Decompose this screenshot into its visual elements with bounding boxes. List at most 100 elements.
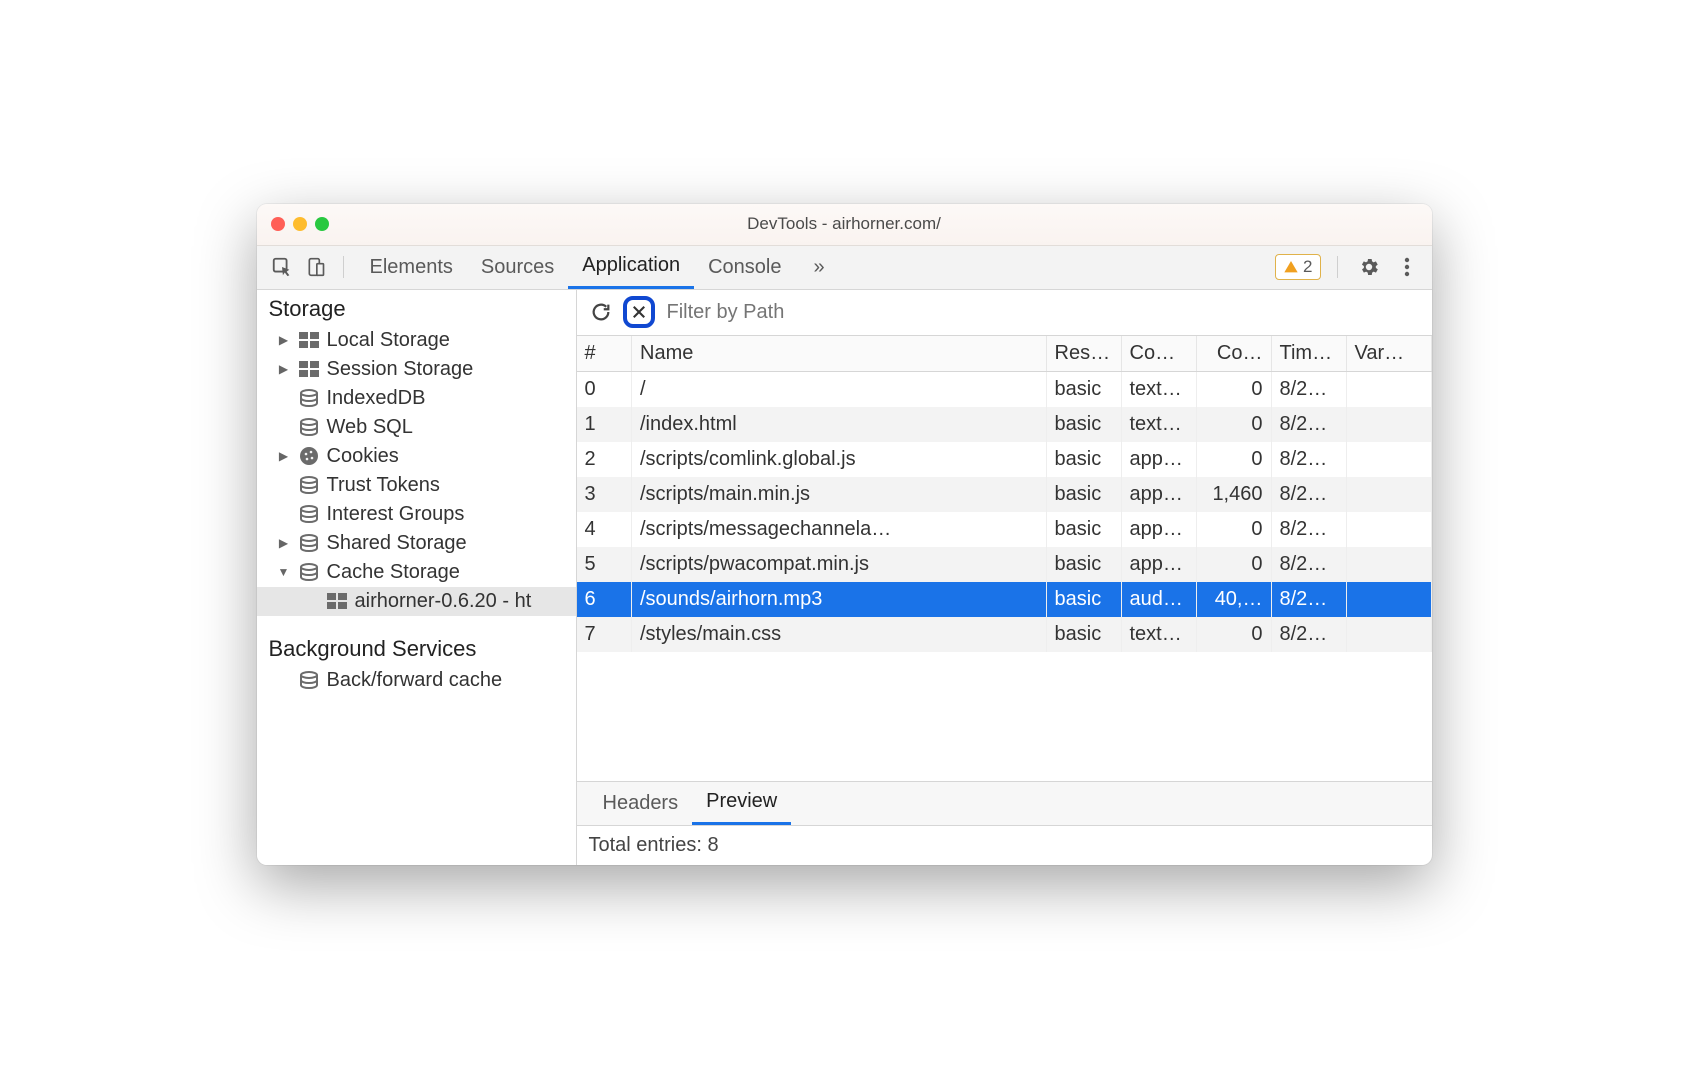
column-header[interactable]: Co… [1121,336,1196,372]
expand-caret-icon[interactable]: ▶ [277,536,291,550]
preview-tab[interactable]: Preview [692,781,791,825]
sidebar-item-label: Web SQL [327,416,413,439]
cell-co2: 0 [1196,512,1271,547]
sidebar-item-label: Session Storage [327,358,474,381]
inspect-element-icon[interactable] [267,252,297,282]
table-row[interactable]: 6/sounds/airhorn.mp3basicaud…40,…8/2… [577,582,1432,617]
cell-name: /index.html [632,407,1047,442]
cell-co2: 40,… [1196,582,1271,617]
cell-idx: 3 [577,477,632,512]
device-toolbar-icon[interactable] [301,252,331,282]
sidebar-item-trust-tokens[interactable]: Trust Tokens [257,471,576,500]
cell-co2: 0 [1196,371,1271,407]
headers-tab[interactable]: Headers [589,781,693,825]
cell-res: basic [1046,582,1121,617]
table-row[interactable]: 7/styles/main.cssbasictext…08/2… [577,617,1432,652]
cell-idx: 2 [577,442,632,477]
panel-tab-elements[interactable]: Elements [356,245,467,289]
panel-tab-console[interactable]: Console [694,245,795,289]
sidebar-item-airhorner-0-6-20-ht[interactable]: airhorner-0.6.20 - ht [257,587,576,616]
refresh-icon[interactable] [585,296,617,328]
cookie-icon [299,446,319,466]
cell-res: basic [1046,442,1121,477]
zoom-window-button[interactable] [315,217,329,231]
table-row[interactable]: 3/scripts/main.min.jsbasicapp…1,4608/2… [577,477,1432,512]
table-row[interactable]: 2/scripts/comlink.global.jsbasicapp…08/2… [577,442,1432,477]
column-header[interactable]: Tim… [1271,336,1346,372]
sidebar-item-cookies[interactable]: ▶ Cookies [257,442,576,471]
sidebar-item-session-storage[interactable]: ▶ Session Storage [257,355,576,384]
sidebar-item-cache-storage[interactable]: ▼Cache Storage [257,558,576,587]
column-header[interactable]: Var… [1346,336,1431,372]
expand-caret-icon[interactable]: ▶ [277,362,291,376]
cell-name: /sounds/airhorn.mp3 [632,582,1047,617]
sidebar-item-label: Local Storage [327,329,450,352]
grid-icon [299,332,319,348]
kebab-menu-icon[interactable] [1392,252,1422,282]
filter-toolbar [577,290,1432,336]
cell-co1: text… [1121,371,1196,407]
table-row[interactable]: 5/scripts/pwacompat.min.jsbasicapp…08/2… [577,547,1432,582]
cell-co1: app… [1121,442,1196,477]
cell-name: /scripts/messagechannela… [632,512,1047,547]
sidebar-item-web-sql[interactable]: Web SQL [257,413,576,442]
filter-by-path-input[interactable] [661,296,1424,328]
sidebar-item-label: Cookies [327,445,399,468]
sidebar-item-label: Interest Groups [327,503,465,526]
clear-icon[interactable] [623,296,655,328]
table-row[interactable]: 0/basictext…08/2… [577,371,1432,407]
cell-co2: 0 [1196,547,1271,582]
column-header[interactable]: Res… [1046,336,1121,372]
close-window-button[interactable] [271,217,285,231]
panel-tab-sources[interactable]: Sources [467,245,568,289]
sidebar-item-back-forward-cache[interactable]: Back/forward cache [257,666,576,695]
warnings-badge[interactable]: 2 [1275,254,1320,280]
cell-tim: 8/2… [1271,407,1346,442]
sidebar-item-shared-storage[interactable]: ▶Shared Storage [257,529,576,558]
panel-tabs: ElementsSourcesApplicationConsole [356,245,796,289]
db-icon [299,389,319,407]
sidebar-item-local-storage[interactable]: ▶ Local Storage [257,326,576,355]
cell-idx: 1 [577,407,632,442]
cell-var [1346,407,1431,442]
expand-caret-icon[interactable]: ▼ [277,565,291,579]
cell-co1: app… [1121,477,1196,512]
panel-tab-application[interactable]: Application [568,245,694,289]
toolbar-divider [343,256,344,278]
table-row[interactable]: 1/index.htmlbasictext…08/2… [577,407,1432,442]
storage-section-title: Storage [257,290,576,326]
window-controls [271,217,329,231]
cell-co1: text… [1121,617,1196,652]
cell-idx: 7 [577,617,632,652]
minimize-window-button[interactable] [293,217,307,231]
column-header[interactable]: # [577,336,632,372]
sidebar-item-label: Back/forward cache [327,669,503,692]
cell-co1: text… [1121,407,1196,442]
db-icon [299,418,319,436]
grid-icon [327,593,347,609]
expand-caret-icon[interactable]: ▶ [277,449,291,463]
cache-entries-table: #NameRes…Co…Co…Tim…Var… 0/basictext…08/2… [577,336,1432,781]
cell-co1: app… [1121,547,1196,582]
cell-res: basic [1046,477,1121,512]
cell-co1: aud… [1121,582,1196,617]
application-sidebar: Storage ▶ Local Storage ▶ Session Storage In… [257,290,577,865]
devtools-window: DevTools - airhorner.com/ ElementsSource… [257,204,1432,865]
more-tabs-button[interactable]: » [799,245,838,289]
content-area: Storage ▶ Local Storage ▶ Session Storage In… [257,290,1432,865]
sidebar-item-indexeddb[interactable]: IndexedDB [257,384,576,413]
devtools-toolbar: ElementsSourcesApplicationConsole » 2 [257,246,1432,290]
expand-caret-icon[interactable]: ▶ [277,333,291,347]
column-header[interactable]: Name [632,336,1047,372]
cell-name: /scripts/pwacompat.min.js [632,547,1047,582]
table-row[interactable]: 4/scripts/messagechannela…basicapp…08/2… [577,512,1432,547]
cell-res: basic [1046,617,1121,652]
cell-var [1346,512,1431,547]
cell-tim: 8/2… [1271,617,1346,652]
cache-storage-panel: #NameRes…Co…Co…Tim…Var… 0/basictext…08/2… [577,290,1432,865]
cell-var [1346,442,1431,477]
settings-icon[interactable] [1354,252,1384,282]
sidebar-item-interest-groups[interactable]: Interest Groups [257,500,576,529]
cell-co2: 0 [1196,442,1271,477]
column-header[interactable]: Co… [1196,336,1271,372]
